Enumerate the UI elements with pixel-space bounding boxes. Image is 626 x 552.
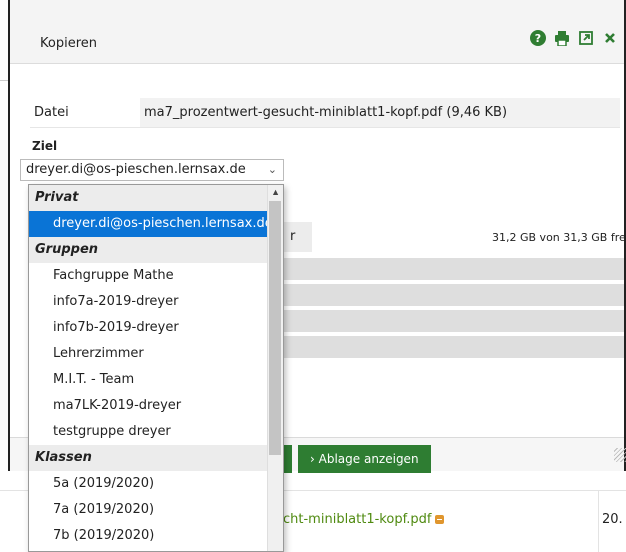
external-link-icon[interactable]	[578, 30, 594, 46]
background-file-link[interactable]: sucht-miniblatt1-kopf.pdf	[268, 512, 445, 527]
storage-table-row[interactable]	[276, 258, 624, 282]
dropdown-item[interactable]: M.I.T. - Team	[29, 367, 267, 393]
background-cell-border	[598, 491, 599, 552]
dropdown-item[interactable]: ma7LK-2019-dreyer	[29, 393, 267, 419]
dropdown-item[interactable]: 5a (2019/2020)	[29, 471, 267, 497]
background-divider-top	[0, 80, 8, 81]
file-info-row: Datei ma7_prozentwert-gesucht-miniblatt1…	[30, 98, 620, 128]
dropdown-item[interactable]: 7a (2019/2020)	[29, 497, 267, 523]
help-icon[interactable]: ?	[530, 30, 546, 46]
chevron-right-icon: ›	[310, 452, 315, 466]
target-select[interactable]: dreyer.di@os-pieschen.lernsax.de ⌄	[20, 159, 284, 181]
storage-table-row[interactable]	[276, 310, 624, 334]
chevron-down-icon: ⌄	[267, 163, 277, 176]
show-storage-button[interactable]: › Ablage anzeigen	[298, 445, 431, 473]
print-icon[interactable]	[554, 30, 570, 46]
target-select-value: dreyer.di@os-pieschen.lernsax.de	[26, 162, 246, 177]
target-label: Ziel	[32, 139, 58, 153]
dropdown-item[interactable]: info7b-2019-dreyer	[29, 315, 267, 341]
dropdown-group-klassen: Klassen	[29, 445, 267, 471]
storage-table-row[interactable]	[276, 284, 624, 308]
dropdown-item[interactable]: Fachgruppe Mathe	[29, 263, 267, 289]
dialog-header: Kopieren ?	[10, 0, 624, 64]
storage-table-row[interactable]	[276, 336, 624, 360]
file-badge-icon	[435, 515, 445, 524]
close-icon[interactable]	[602, 30, 618, 46]
file-label: Datei	[30, 98, 140, 128]
dialog-header-icons: ?	[530, 30, 618, 46]
dropdown-item[interactable]: Lehrerzimmer	[29, 341, 267, 367]
show-storage-label: Ablage anzeigen	[318, 452, 419, 466]
dropdown-group-gruppen: Gruppen	[29, 237, 267, 263]
background-file-size: 20.	[602, 512, 623, 527]
dropdown-item[interactable]: info7a-2019-dreyer	[29, 289, 267, 315]
dropdown-group-privat: Privat	[29, 185, 267, 211]
background-left-panel	[0, 140, 8, 440]
resize-grip-icon[interactable]	[614, 448, 626, 462]
dropdown-item[interactable]: dreyer.di@os-pieschen.lernsax.de	[29, 211, 273, 237]
dropdown-scrollbar[interactable]: ▲	[267, 185, 283, 551]
dropdown-item[interactable]: 7b (2019/2020)	[29, 523, 267, 549]
dropdown-item[interactable]: testgruppe dreyer	[29, 419, 267, 445]
dialog-title: Kopieren	[40, 36, 97, 51]
dropdown-scroll-thumb[interactable]	[269, 201, 281, 455]
background-file-name: sucht-miniblatt1-kopf.pdf	[268, 512, 432, 527]
target-dropdown-list: Privat dreyer.di@os-pieschen.lernsax.de …	[28, 184, 284, 552]
storage-free-text: 31,2 GB von 31,3 GB frei	[492, 231, 626, 244]
scroll-up-icon[interactable]: ▲	[271, 187, 280, 197]
file-name-value: ma7_prozentwert-gesucht-miniblatt1-kopf.…	[140, 98, 620, 128]
